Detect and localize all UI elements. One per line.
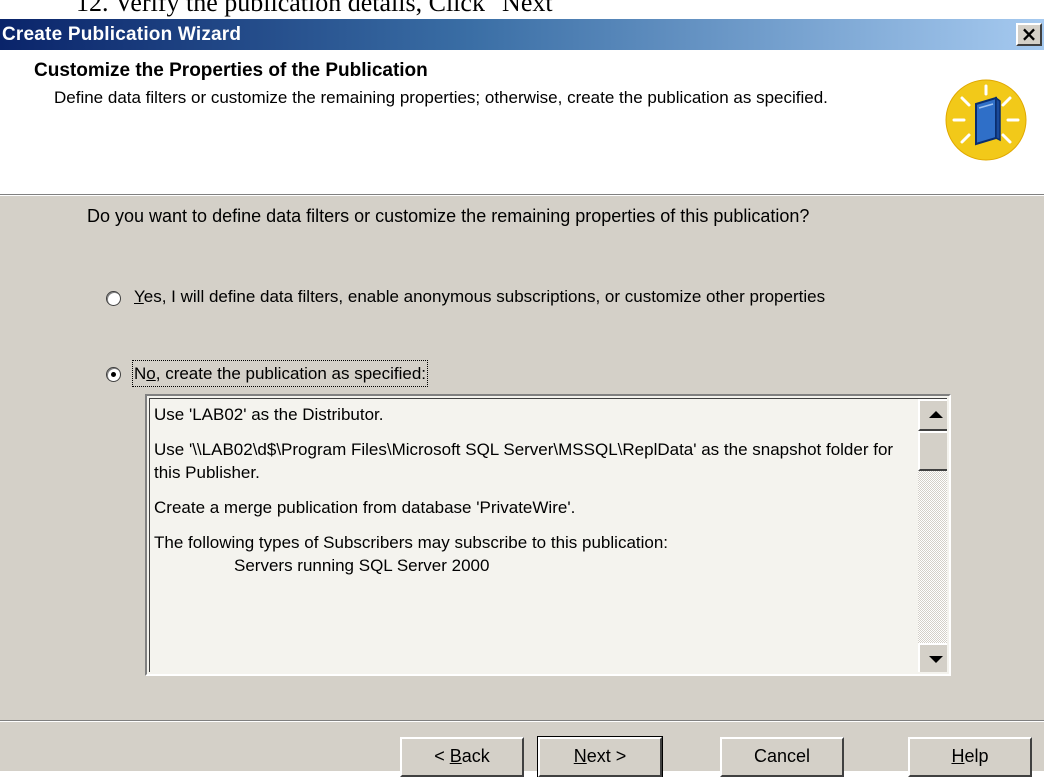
option-no-radio[interactable] [106, 367, 121, 382]
publication-summary[interactable]: Use 'LAB02' as the Distributor. Use '\\L… [145, 394, 951, 676]
back-button[interactable]: < Back [400, 737, 524, 777]
page-title: Customize the Properties of the Publicat… [34, 60, 428, 81]
back-button-mnemonic: B [449, 746, 462, 766]
option-yes-text: es, I will define data filters, enable a… [143, 287, 826, 306]
option-yes-mnemonic: Y [134, 287, 144, 306]
option-yes-label[interactable]: Yes, I will define data filters, enable … [134, 285, 894, 308]
window-title: Create Publication Wizard [2, 24, 242, 45]
summary-text: Use 'LAB02' as the Distributor. Use '\\L… [154, 403, 924, 589]
title-bar[interactable]: Create Publication Wizard × [0, 19, 1044, 50]
help-button-label: elp [964, 746, 989, 766]
summary-line: Use '\\LAB02\d$\Program Files\Microsoft … [154, 440, 894, 482]
footer-divider-highlight [0, 721, 1044, 722]
option-no-mnemonic: o [146, 364, 156, 383]
help-button-mnemonic: H [951, 746, 965, 766]
scroll-thumb[interactable] [918, 431, 947, 471]
help-button[interactable]: Help [908, 737, 1032, 777]
next-button-label: ext > [586, 746, 627, 766]
option-yes-radio[interactable] [106, 291, 121, 306]
summary-line: The following types of Subscribers may s… [154, 533, 669, 552]
scroll-down-button[interactable] [918, 643, 947, 672]
back-button-label: ack [461, 746, 490, 766]
header-divider [0, 195, 1044, 196]
next-button-mnemonic: N [573, 746, 587, 766]
wizard-book-icon [945, 79, 1027, 161]
option-no-prefix: N [134, 364, 147, 383]
summary-line: Use 'LAB02' as the Distributor. [154, 405, 384, 424]
summary-line: Create a merge publication from database… [154, 498, 576, 517]
back-button-arrow: < [434, 746, 450, 766]
wizard-window: Create Publication Wizard × Customize th… [0, 19, 1044, 777]
arrow-down-icon [929, 656, 943, 663]
scroll-up-button[interactable] [918, 399, 947, 431]
wizard-header: Customize the Properties of the Publicat… [0, 50, 1044, 195]
cancel-button[interactable]: Cancel [720, 737, 844, 777]
close-icon: × [1020, 22, 1038, 46]
option-no-label[interactable]: No, create the publication as specified: [131, 360, 429, 387]
page-subtitle: Define data filters or customize the rem… [54, 88, 828, 107]
summary-line: Servers running SQL Server 2000 [234, 556, 490, 575]
close-button[interactable]: × [1016, 23, 1042, 46]
question-label: Do you want to define data filters or cu… [87, 206, 810, 226]
instruction-caption: 12. Verify the publication details, Clic… [76, 0, 564, 17]
arrow-up-icon [929, 411, 943, 418]
summary-scrollbar[interactable] [918, 399, 947, 672]
next-button[interactable]: Next > [537, 736, 663, 777]
option-no-text: , create the publication as specified: [155, 364, 427, 383]
